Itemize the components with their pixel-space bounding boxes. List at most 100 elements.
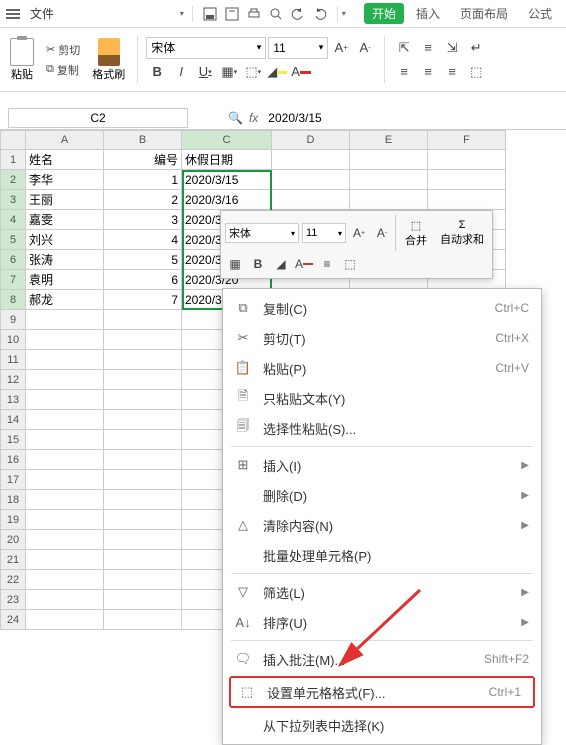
- tab-insert[interactable]: 插入: [408, 3, 448, 24]
- cut-button[interactable]: ✂ 剪切: [44, 41, 82, 59]
- file-dropdown-caret[interactable]: ▾: [180, 9, 184, 18]
- row-header[interactable]: 2: [0, 170, 26, 190]
- cell[interactable]: [104, 470, 182, 490]
- row-header[interactable]: 22: [0, 570, 26, 590]
- menu-item[interactable]: ▽筛选(L)▶: [223, 577, 541, 607]
- row-header[interactable]: 20: [0, 530, 26, 550]
- print-icon[interactable]: [245, 5, 263, 23]
- mini-format-button[interactable]: ⬚: [340, 254, 360, 274]
- mini-align-button[interactable]: ≡: [317, 254, 337, 274]
- bold-button[interactable]: B: [146, 61, 168, 83]
- col-header-A[interactable]: A: [26, 130, 104, 150]
- copy-button[interactable]: ⧉ 复制: [44, 61, 82, 79]
- hamburger-icon[interactable]: [6, 9, 20, 19]
- mini-font-name-select[interactable]: 宋体▾: [225, 223, 299, 243]
- mini-merge-button[interactable]: ⬚ 合并: [399, 217, 433, 250]
- cell[interactable]: 2020/3/15: [182, 170, 272, 190]
- row-header[interactable]: 5: [0, 230, 26, 250]
- cell[interactable]: [104, 550, 182, 570]
- cell[interactable]: 袁明: [26, 270, 104, 290]
- mini-font-color-button[interactable]: A: [294, 254, 314, 274]
- cell[interactable]: [350, 170, 428, 190]
- mini-border-button[interactable]: ▦: [225, 254, 245, 274]
- cell[interactable]: [26, 610, 104, 630]
- cell[interactable]: [26, 430, 104, 450]
- row-header[interactable]: 15: [0, 430, 26, 450]
- cell[interactable]: [104, 430, 182, 450]
- align-right-icon[interactable]: ≡: [441, 61, 463, 83]
- row-header[interactable]: 23: [0, 590, 26, 610]
- menu-item[interactable]: 删除(D)▶: [223, 480, 541, 510]
- menu-item[interactable]: ⧉复制(C)Ctrl+C: [223, 293, 541, 323]
- menu-item[interactable]: 批量处理单元格(P): [223, 540, 541, 570]
- menu-item[interactable]: 🗎只粘贴文本(Y): [223, 383, 541, 413]
- row-header[interactable]: 9: [0, 310, 26, 330]
- align-left-icon[interactable]: ≡: [393, 61, 415, 83]
- mini-fill-color-button[interactable]: ◢: [271, 254, 291, 274]
- menu-item[interactable]: 🗐选择性粘贴(S)...: [223, 413, 541, 443]
- cell[interactable]: [104, 610, 182, 630]
- cell[interactable]: [428, 170, 506, 190]
- cell[interactable]: 郝龙: [26, 290, 104, 310]
- cell[interactable]: 休假日期: [182, 150, 272, 170]
- cell[interactable]: 2020/3/16: [182, 190, 272, 210]
- cell[interactable]: [26, 330, 104, 350]
- col-header-B[interactable]: B: [104, 130, 182, 150]
- cell[interactable]: [104, 450, 182, 470]
- formula-input[interactable]: [264, 108, 464, 128]
- font-name-select[interactable]: 宋体▾: [146, 37, 266, 59]
- align-top-icon[interactable]: ⇱: [393, 37, 415, 59]
- cell[interactable]: [428, 190, 506, 210]
- mini-font-size-select[interactable]: 11▾: [302, 223, 346, 243]
- cell[interactable]: [26, 310, 104, 330]
- cell[interactable]: [104, 390, 182, 410]
- mini-autosum-button[interactable]: Σ 自动求和: [436, 217, 488, 249]
- cell[interactable]: [104, 530, 182, 550]
- fx-icon[interactable]: fx: [249, 111, 258, 125]
- cell[interactable]: 5: [104, 250, 182, 270]
- align-center-icon[interactable]: ≡: [417, 61, 439, 83]
- cell[interactable]: [104, 310, 182, 330]
- cell[interactable]: 嘉雯: [26, 210, 104, 230]
- cell[interactable]: [26, 450, 104, 470]
- cell[interactable]: [428, 150, 506, 170]
- cell[interactable]: [26, 510, 104, 530]
- underline-button[interactable]: U▾: [194, 61, 216, 83]
- qat-more[interactable]: ▾: [342, 9, 346, 18]
- row-header[interactable]: 24: [0, 610, 26, 630]
- cell[interactable]: 2: [104, 190, 182, 210]
- cell[interactable]: [104, 570, 182, 590]
- select-all-corner[interactable]: [0, 130, 26, 150]
- menu-item[interactable]: 从下拉列表中选择(K): [223, 710, 541, 740]
- cell[interactable]: [26, 530, 104, 550]
- format-painter-button[interactable]: 格式刷: [88, 36, 129, 84]
- row-header[interactable]: 12: [0, 370, 26, 390]
- cell[interactable]: 姓名: [26, 150, 104, 170]
- cell[interactable]: [350, 150, 428, 170]
- row-header[interactable]: 17: [0, 470, 26, 490]
- col-header-E[interactable]: E: [350, 130, 428, 150]
- cell[interactable]: [104, 330, 182, 350]
- italic-button[interactable]: I: [170, 61, 192, 83]
- cell[interactable]: 王丽: [26, 190, 104, 210]
- menu-item[interactable]: ⬚设置单元格格式(F)...Ctrl+1: [229, 676, 535, 708]
- align-bottom-icon[interactable]: ⇲: [441, 37, 463, 59]
- cell[interactable]: 李华: [26, 170, 104, 190]
- cell[interactable]: [104, 490, 182, 510]
- cell[interactable]: [26, 370, 104, 390]
- cell[interactable]: [26, 410, 104, 430]
- tab-formula[interactable]: 公式: [520, 3, 560, 24]
- row-header[interactable]: 19: [0, 510, 26, 530]
- cell[interactable]: 3: [104, 210, 182, 230]
- cell[interactable]: [104, 410, 182, 430]
- row-header[interactable]: 1: [0, 150, 26, 170]
- decrease-font-icon[interactable]: A-: [354, 37, 376, 59]
- row-header[interactable]: 4: [0, 210, 26, 230]
- cell[interactable]: [26, 390, 104, 410]
- cell[interactable]: [104, 350, 182, 370]
- row-header[interactable]: 16: [0, 450, 26, 470]
- save-as-icon[interactable]: [223, 5, 241, 23]
- cell[interactable]: [104, 510, 182, 530]
- file-menu[interactable]: 文件: [24, 3, 180, 24]
- cell[interactable]: [26, 590, 104, 610]
